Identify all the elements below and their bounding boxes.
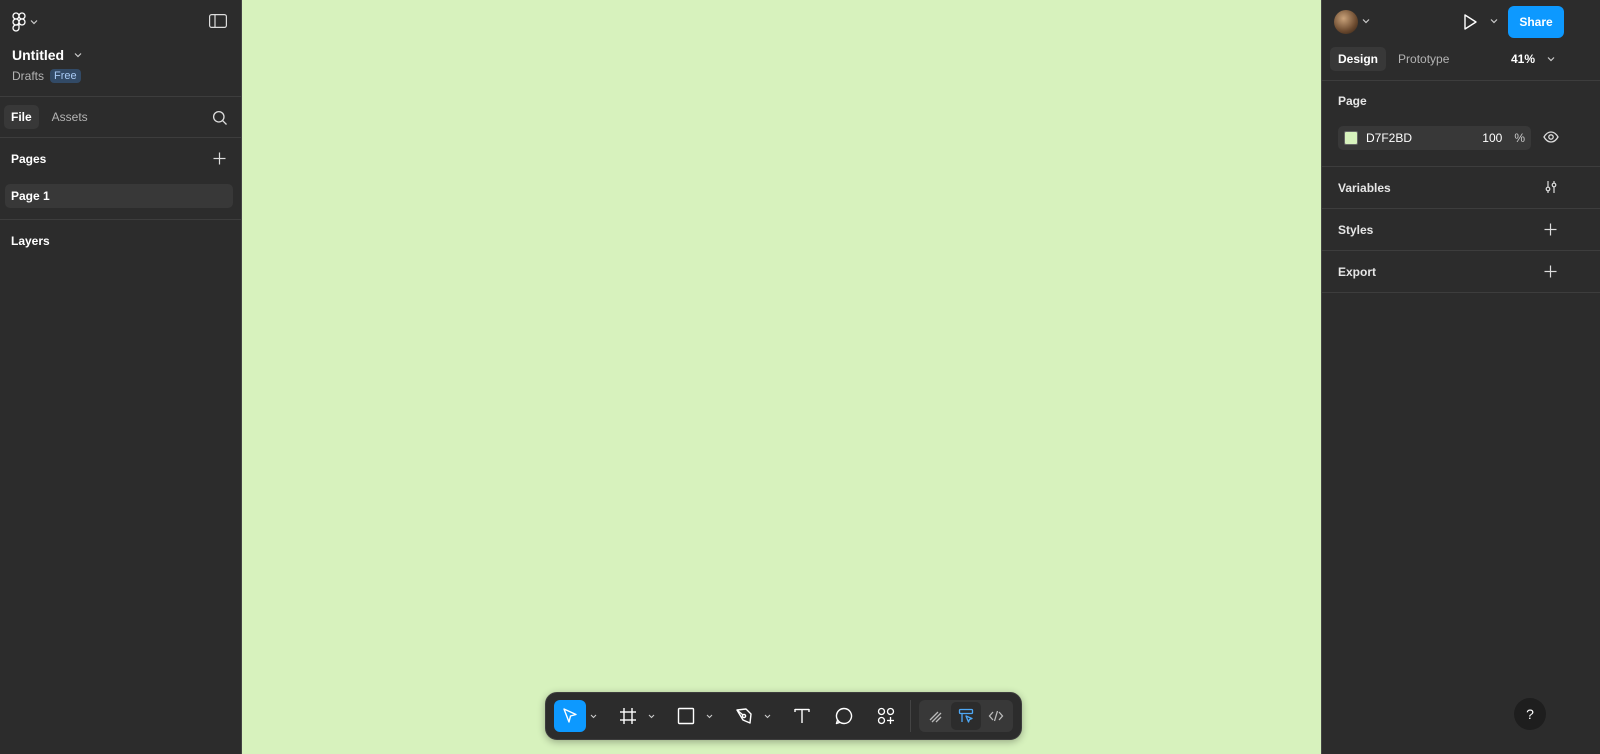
divider: [0, 219, 241, 220]
chevron-down-icon: [1547, 56, 1555, 62]
right-panel: Share Design Prototype 41% Page D7F2BD 1…: [1321, 0, 1600, 754]
frame-tool-dropdown[interactable]: [644, 700, 658, 732]
variables-heading: Variables: [1338, 181, 1391, 195]
variables-adjust-icon[interactable]: [1544, 180, 1558, 194]
design-mode-button[interactable]: [951, 702, 981, 730]
draw-mode-button[interactable]: [921, 702, 951, 730]
divider: [1322, 208, 1600, 209]
plan-badge: Free: [50, 69, 81, 83]
left-tabs: File Assets: [4, 105, 95, 129]
comment-icon: [835, 707, 853, 725]
move-tool-button[interactable]: [554, 700, 586, 732]
divider: [1322, 250, 1600, 251]
tab-prototype[interactable]: Prototype: [1390, 47, 1457, 71]
chevron-down-icon: [30, 19, 38, 25]
dev-mode-icon: [988, 708, 1004, 724]
move-tool-dropdown[interactable]: [586, 700, 600, 732]
tab-file[interactable]: File: [4, 105, 39, 129]
frame-icon: [619, 707, 637, 725]
search-icon[interactable]: [212, 110, 228, 126]
add-export-icon[interactable]: [1544, 265, 1557, 278]
dev-mode-button[interactable]: [981, 702, 1011, 730]
rectangle-icon: [677, 707, 695, 725]
shape-tool-dropdown[interactable]: [702, 700, 716, 732]
frame-tool-button[interactable]: [612, 700, 644, 732]
color-hex-value[interactable]: D7F2BD: [1366, 131, 1482, 145]
draw-mode-icon: [928, 708, 944, 724]
canvas[interactable]: [242, 0, 1321, 754]
zoom-level: 41%: [1511, 52, 1536, 66]
export-heading: Export: [1338, 265, 1377, 279]
pen-tool-button[interactable]: [728, 700, 760, 732]
eye-icon[interactable]: [1543, 130, 1559, 144]
text-tool-button[interactable]: [786, 700, 818, 732]
figma-logo-icon: [12, 12, 26, 32]
color-swatch[interactable]: [1344, 131, 1358, 145]
opacity-value[interactable]: 100: [1482, 131, 1502, 145]
divider: [1322, 166, 1600, 167]
page-item[interactable]: Page 1: [5, 184, 233, 208]
move-icon: [561, 707, 579, 725]
sidebar-toggle-icon[interactable]: [209, 14, 227, 28]
file-location: Drafts Free: [12, 69, 81, 83]
page-color-field[interactable]: D7F2BD 100 %: [1338, 126, 1531, 150]
pen-tool-dropdown[interactable]: [760, 700, 774, 732]
right-tabs: Design Prototype: [1330, 47, 1457, 71]
share-button[interactable]: Share: [1508, 6, 1564, 38]
bottom-toolbar: [545, 692, 1022, 740]
text-icon: [793, 707, 811, 725]
actions-button[interactable]: [870, 700, 902, 732]
tab-assets[interactable]: Assets: [45, 105, 95, 129]
toolbar-separator: [910, 700, 911, 732]
left-panel: Untitled Drafts Free File Assets Pages P…: [0, 0, 242, 754]
mode-switcher: [919, 700, 1013, 732]
comment-tool-button[interactable]: [828, 700, 860, 732]
actions-icon: [877, 707, 895, 725]
chevron-down-icon: [74, 52, 82, 58]
divider: [0, 137, 241, 138]
design-mode-icon: [958, 708, 974, 724]
help-button[interactable]: ?: [1514, 698, 1546, 730]
file-title-text: Untitled: [12, 47, 65, 63]
chevron-down-icon[interactable]: [1490, 18, 1498, 24]
tab-design[interactable]: Design: [1330, 47, 1387, 71]
layers-heading: Layers: [11, 234, 50, 248]
main-menu-button[interactable]: [12, 12, 38, 32]
styles-heading: Styles: [1338, 223, 1374, 237]
opacity-unit: %: [1514, 131, 1525, 145]
zoom-control[interactable]: 41%: [1511, 52, 1555, 66]
chevron-down-icon[interactable]: [1362, 18, 1370, 24]
location-link[interactable]: Drafts: [12, 69, 44, 83]
pen-icon: [735, 707, 753, 725]
shape-tool-button[interactable]: [670, 700, 702, 732]
avatar[interactable]: [1334, 10, 1358, 34]
present-play-icon[interactable]: [1462, 13, 1478, 31]
file-title[interactable]: Untitled: [12, 47, 82, 63]
add-page-icon[interactable]: [213, 152, 226, 165]
page-section-heading: Page: [1338, 94, 1367, 108]
pages-heading: Pages: [11, 152, 47, 166]
divider: [0, 96, 241, 97]
divider: [1322, 292, 1600, 293]
add-style-icon[interactable]: [1544, 223, 1557, 236]
divider: [1322, 80, 1600, 81]
